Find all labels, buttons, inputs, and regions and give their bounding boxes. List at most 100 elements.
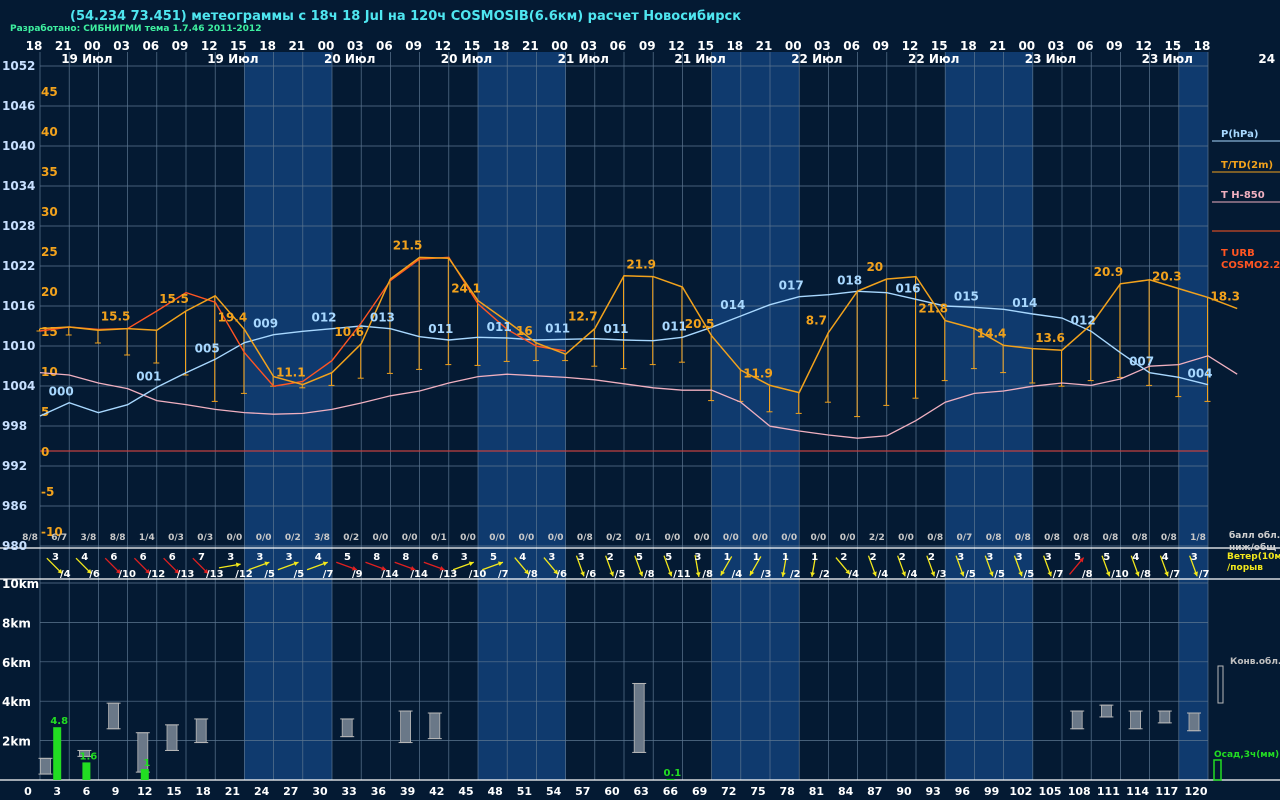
- wind-speed-label: 4: [81, 552, 88, 563]
- hour-tick-label: 15: [230, 39, 247, 53]
- wind-gust-label: /4: [848, 569, 859, 580]
- forecast-hour-label: 87: [867, 785, 882, 798]
- temperature-value-label: 21.9: [626, 258, 656, 272]
- forecast-hour-label: 120: [1185, 785, 1208, 798]
- wind-gust-label: /5: [264, 569, 275, 580]
- hour-tick-label: 12: [434, 39, 451, 53]
- cloud-cover-label: 0/2: [285, 533, 301, 543]
- wind-gust-label: /13: [177, 569, 195, 580]
- cloud-cover-label: 0/8: [1044, 533, 1060, 543]
- convective-cloud-bar: [633, 683, 645, 753]
- hour-tick-label: 12: [902, 39, 919, 53]
- temperature-tick-label: 0: [41, 445, 49, 459]
- day-band: [1178, 52, 1208, 780]
- pressure-value-label: 016: [895, 281, 920, 295]
- cloud-cover-label: 1/8: [1190, 533, 1206, 543]
- temperature-value-label: 24.1: [451, 282, 481, 296]
- pressure-value-label: 007: [1129, 355, 1154, 369]
- temperature-value-label: 20.5: [685, 317, 715, 331]
- meteogram: (54.234 73.451) метеограммы с 18ч 18 Jul…: [0, 0, 1280, 800]
- cloud-cover-label: 0/0: [723, 533, 739, 543]
- cloud-cover-label: 0/0: [752, 533, 768, 543]
- forecast-hour-label: 39: [400, 785, 415, 798]
- cloud-cover-label: 0/2: [606, 533, 622, 543]
- wind-speed-label: 3: [694, 552, 701, 563]
- forecast-hour-label: 66: [663, 785, 679, 798]
- forecast-hour-label: 114: [1126, 785, 1149, 798]
- temperature-tick-label: 30: [41, 205, 58, 219]
- wind-speed-label: 6: [432, 552, 439, 563]
- cloud-cover-label: 0/8: [1015, 533, 1031, 543]
- pressure-tick-label: 1004: [2, 379, 35, 393]
- pressure-value-label: 001: [136, 369, 161, 383]
- temperature-value-label: 11.9: [743, 366, 773, 380]
- wind-gust-label: /5: [615, 569, 626, 580]
- forecast-hour-label: 81: [809, 785, 824, 798]
- pressure-value-label: 011: [487, 320, 512, 334]
- hour-tick-label: 06: [142, 39, 159, 53]
- wind-gust-label: /3: [936, 569, 947, 580]
- cloud-cover-label: 0/0: [810, 533, 826, 543]
- hour-tick-label: 15: [697, 39, 714, 53]
- wind-gust-label: /14: [381, 569, 399, 580]
- hour-tick-label: 21: [55, 39, 72, 53]
- hour-tick-label: 18: [259, 39, 276, 53]
- wind-gust-label: /8: [1140, 569, 1151, 580]
- forecast-hour-label: 111: [1097, 785, 1120, 798]
- wind-speed-label: 3: [1016, 552, 1023, 563]
- wind-gust-label: /2: [790, 569, 801, 580]
- cloud-cover-label: 0/0: [694, 533, 710, 543]
- wind-gust-label: /8: [1082, 569, 1093, 580]
- height-tick-label: 8km: [2, 616, 31, 630]
- temperature-tick-label: -5: [41, 485, 54, 499]
- cloud-cover-label: 8/8: [110, 533, 126, 543]
- precipitation-label: 1.6: [80, 751, 98, 762]
- convective-cloud-bar: [1130, 710, 1141, 730]
- wind-speed-label: 5: [344, 552, 351, 563]
- legend-gust-label: /порыв: [1227, 563, 1263, 573]
- cloud-cover-label: 0/8: [1102, 533, 1118, 543]
- pressure-tick-label: 1040: [2, 139, 35, 153]
- forecast-hour-label: 96: [955, 785, 971, 798]
- forecast-hour-label: 33: [342, 785, 357, 798]
- pressure-tick-label: 1052: [2, 59, 35, 73]
- temperature-value-label: 16: [516, 324, 533, 338]
- pressure-value-label: 004: [1187, 367, 1212, 381]
- wind-speed-label: 1: [753, 552, 760, 563]
- wind-speed-label: 4: [1132, 552, 1139, 563]
- wind-gust-label: /7: [498, 569, 509, 580]
- temperature-value-label: 20.9: [1094, 265, 1124, 279]
- hour-tick-label: 06: [610, 39, 627, 53]
- legend-wind-label: Ветер(10м: [1227, 552, 1280, 562]
- temperature-value-label: 15.5: [101, 310, 131, 324]
- temperature-value-label: 12.7: [568, 310, 598, 324]
- hour-tick-label: 03: [113, 39, 130, 53]
- hour-tick-label: 00: [84, 39, 101, 53]
- hour-tick-label: 18: [726, 39, 743, 53]
- wind-gust-label: /5: [994, 569, 1005, 580]
- pressure-value-label: 005: [195, 341, 220, 355]
- wind-speed-label: 5: [665, 552, 672, 563]
- temperature-tick-label: 10: [41, 365, 58, 379]
- forecast-hour-label: 99: [984, 785, 999, 798]
- hour-tick-label: 09: [1106, 39, 1123, 53]
- height-tick-label: 4km: [2, 695, 31, 709]
- forecast-hour-label: 78: [780, 785, 795, 798]
- forecast-hour-label: 45: [458, 785, 473, 798]
- forecast-hour-label: 21: [225, 785, 240, 798]
- date-label: 21 Июл: [674, 52, 725, 66]
- convective-cloud-bar: [400, 710, 412, 743]
- cloud-cover-label: 3/8: [314, 533, 330, 543]
- pressure-value-label: 011: [662, 319, 687, 333]
- date-label: 23 Июл: [1025, 52, 1076, 66]
- pressure-tick-label: 998: [2, 419, 27, 433]
- forecast-hour-label: 105: [1039, 785, 1062, 798]
- hour-tick-label: 12: [201, 39, 218, 53]
- forecast-hour-label: 42: [429, 785, 444, 798]
- pressure-tick-label: 1046: [2, 99, 35, 113]
- hour-tick-label: 06: [843, 39, 860, 53]
- pressure-tick-label: 1016: [2, 299, 35, 313]
- cloud-cover-label: 0/0: [664, 533, 680, 543]
- convective-cloud-bar: [166, 724, 178, 751]
- wind-speed-label: 3: [461, 552, 468, 563]
